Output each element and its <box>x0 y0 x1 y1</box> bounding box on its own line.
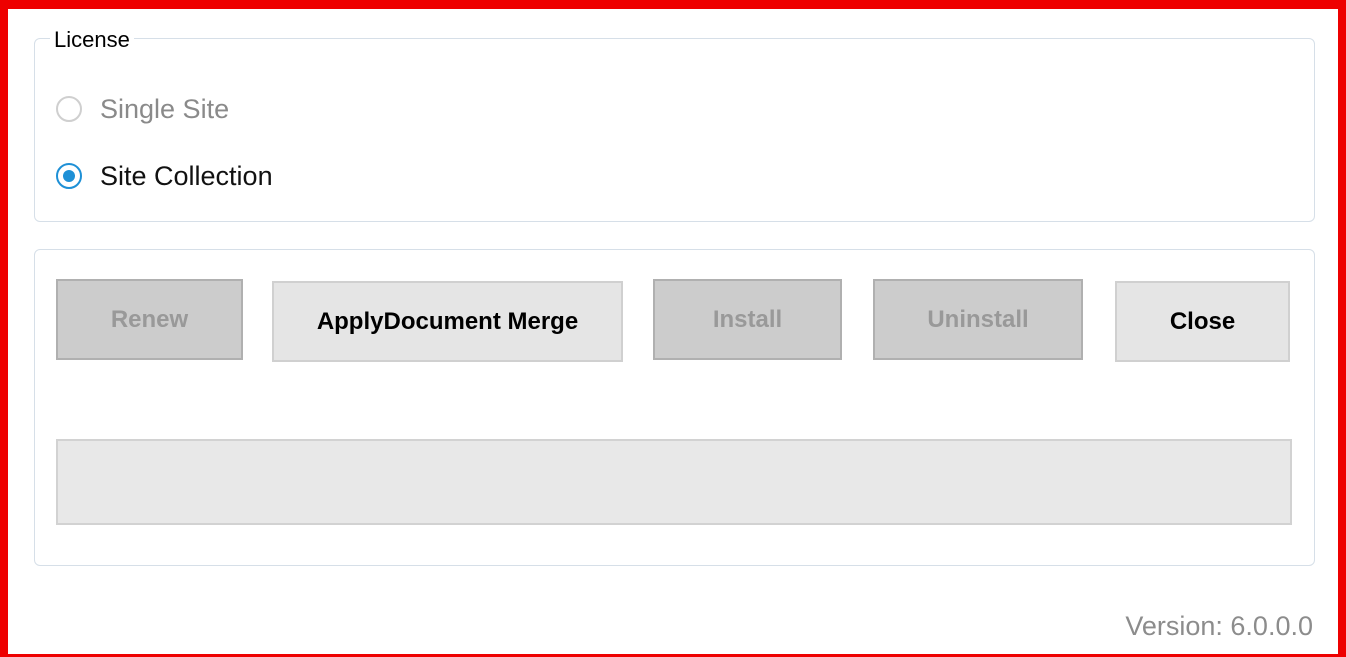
close-button[interactable]: Close <box>1115 281 1290 362</box>
uninstall-button[interactable]: Uninstall <box>873 279 1083 360</box>
license-groupbox <box>34 38 1315 222</box>
apply-document-merge-button[interactable]: ApplyDocument Merge <box>272 281 623 362</box>
radio-unselected-icon <box>56 96 82 122</box>
renew-button[interactable]: Renew <box>56 279 243 360</box>
install-button[interactable]: Install <box>653 279 842 360</box>
status-output-box <box>56 439 1292 525</box>
license-legend: License <box>50 27 134 53</box>
radio-selected-icon <box>56 163 82 189</box>
version-label: Version: 6.0.0.0 <box>1125 611 1313 641</box>
radio-single-site-label: Single Site <box>100 94 230 124</box>
radio-site-collection-label: Site Collection <box>100 161 273 191</box>
radio-single-site[interactable]: Single Site <box>56 94 229 124</box>
radio-site-collection[interactable]: Site Collection <box>56 161 273 191</box>
